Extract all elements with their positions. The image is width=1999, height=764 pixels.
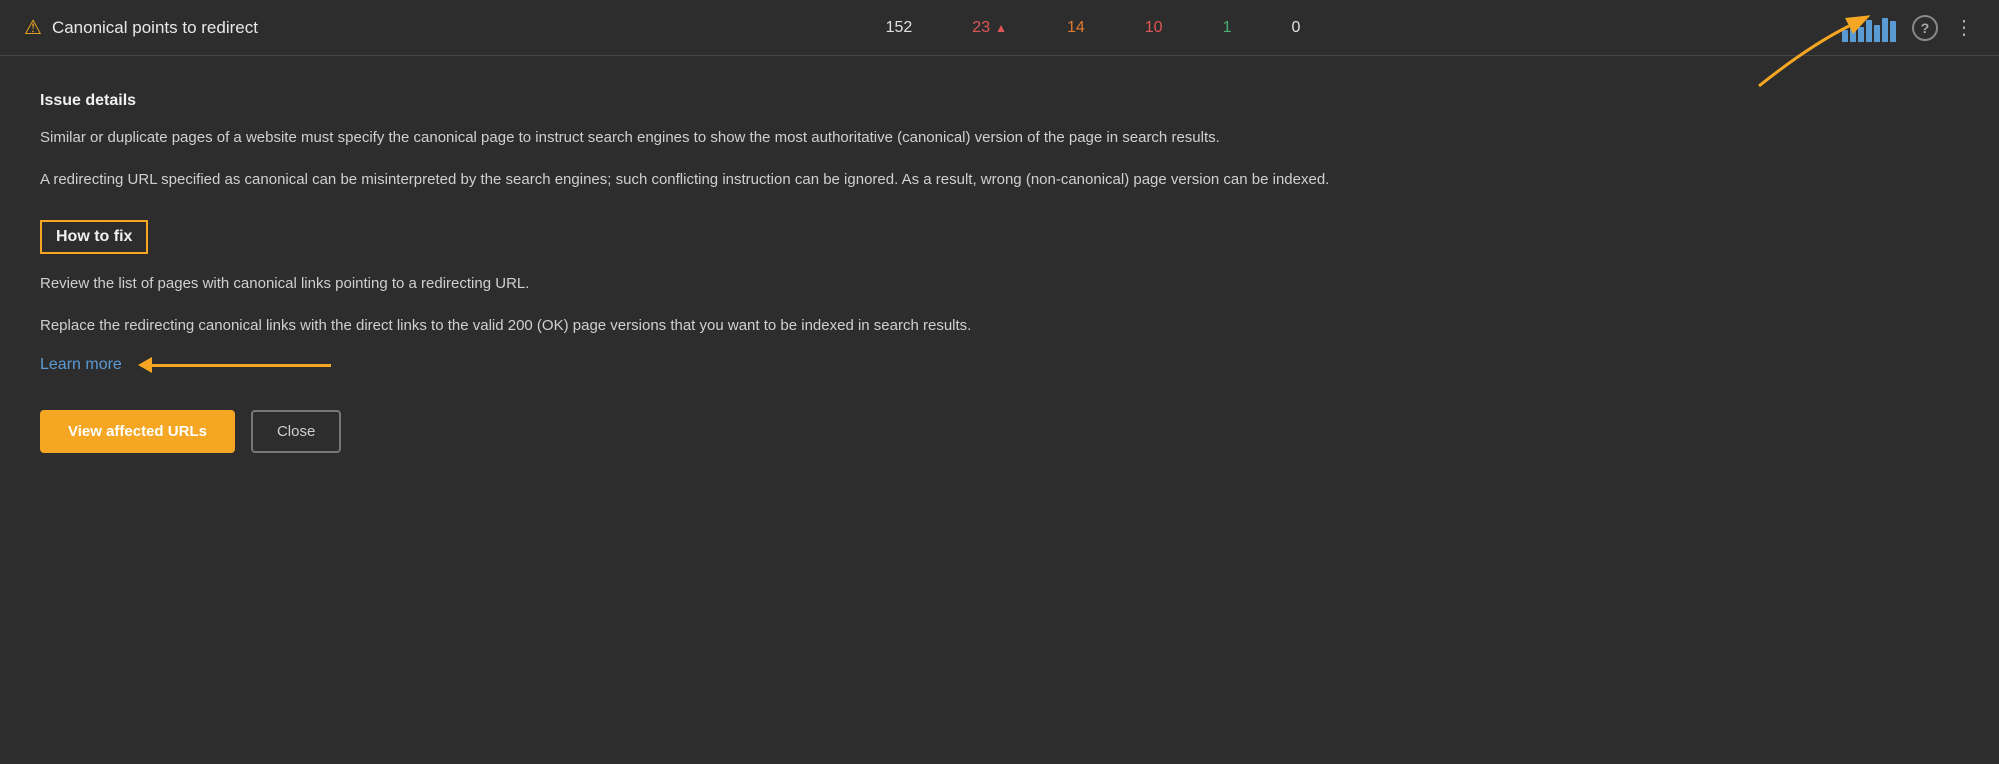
learn-more-link[interactable]: Learn more (40, 356, 122, 374)
chart-bar (1850, 23, 1856, 42)
learn-more-row: Learn more (40, 356, 1560, 374)
warning-icon: ⚠ (24, 15, 42, 40)
issue-paragraph-2: A redirecting URL specified as canonical… (40, 168, 1560, 192)
chart-bar (1882, 18, 1888, 42)
stat-errors-value: 23 (972, 19, 990, 37)
issue-paragraph-1: Similar or duplicate pages of a website … (40, 126, 1560, 150)
header-actions: ? ⋮ (1842, 14, 1975, 42)
header-title-group: ⚠ Canonical points to redirect (24, 15, 344, 40)
close-button[interactable]: Close (251, 410, 341, 453)
stat-total: 152 (886, 19, 913, 37)
learn-more-arrow (138, 357, 331, 373)
how-to-fix-label: How to fix (56, 228, 132, 245)
content-area: Issue details Similar or duplicate pages… (0, 56, 1600, 489)
fix-paragraph-2: Replace the redirecting canonical links … (40, 314, 1560, 338)
view-affected-urls-button[interactable]: View affected URLs (40, 410, 235, 453)
header-stats: 152 23 ▲ 14 10 1 0 (344, 19, 1842, 37)
chart-bar (1866, 20, 1872, 42)
stat-errors: 23 ▲ (972, 19, 1007, 37)
issue-details-title: Issue details (40, 92, 1560, 110)
chart-bar (1874, 25, 1880, 42)
header-bar: ⚠ Canonical points to redirect 152 23 ▲ … (0, 0, 1999, 56)
how-to-fix-box: How to fix (40, 220, 148, 254)
more-menu-icon[interactable]: ⋮ (1954, 15, 1975, 40)
stat-warnings: 14 (1067, 19, 1085, 37)
button-row: View affected URLs Close (40, 410, 1560, 453)
chart-bar (1842, 30, 1848, 42)
chart-bar (1890, 21, 1896, 42)
stat-errors-arrow: ▲ (995, 21, 1007, 35)
chart-bar (1858, 27, 1864, 42)
stat-green: 1 (1223, 19, 1232, 37)
stat-notices: 10 (1145, 19, 1163, 37)
chart-icon[interactable] (1842, 14, 1896, 42)
help-icon[interactable]: ? (1912, 15, 1938, 41)
arrow-line (151, 364, 331, 367)
arrow-head (138, 357, 152, 373)
stat-zero: 0 (1291, 19, 1300, 37)
page-title: Canonical points to redirect (52, 18, 258, 38)
fix-paragraph-1: Review the list of pages with canonical … (40, 272, 1560, 296)
